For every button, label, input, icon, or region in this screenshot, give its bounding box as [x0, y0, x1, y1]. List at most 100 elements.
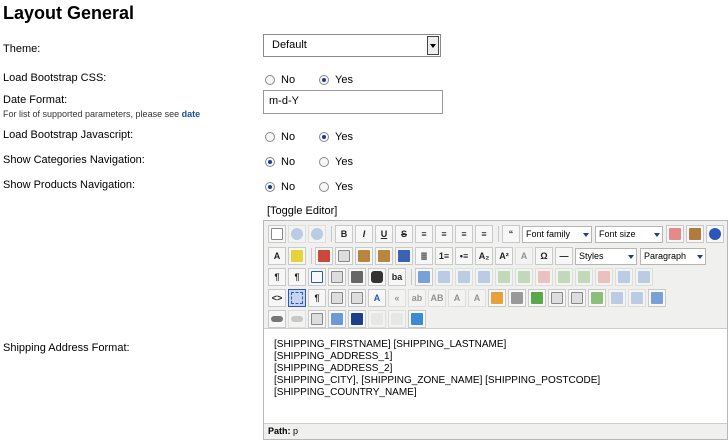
media-icon[interactable] — [348, 289, 366, 307]
template-icon[interactable] — [588, 289, 606, 307]
link-icon[interactable] — [268, 310, 286, 328]
row-before-icon[interactable] — [495, 268, 513, 286]
copy-icon[interactable] — [335, 247, 353, 265]
paste-icon[interactable] — [355, 247, 373, 265]
indent-icon[interactable]: ≣ — [415, 247, 433, 265]
article-icon[interactable] — [388, 310, 406, 328]
style-icon[interactable]: A — [515, 247, 533, 265]
subscript-icon[interactable]: A₂ — [475, 247, 493, 265]
layer-style-icon[interactable] — [648, 289, 666, 307]
font-icon[interactable]: A — [368, 289, 386, 307]
radio-selected-icon[interactable] — [265, 157, 275, 167]
cite-icon[interactable]: « — [388, 289, 406, 307]
replace-icon[interactable]: ba — [388, 268, 406, 286]
row-after-icon[interactable] — [515, 268, 533, 286]
find-icon[interactable] — [368, 268, 386, 286]
module-icon[interactable] — [408, 310, 426, 328]
code-icon[interactable]: <> — [268, 289, 286, 307]
text-color-icon[interactable]: A — [268, 247, 286, 265]
blockquote-icon[interactable]: “ — [502, 225, 520, 243]
delete-row-icon[interactable] — [535, 268, 553, 286]
merge-cells-icon[interactable] — [635, 268, 653, 286]
products-nav-no-radio[interactable]: No — [265, 181, 295, 193]
layer-icon[interactable] — [548, 289, 566, 307]
bold-icon[interactable]: B — [335, 225, 353, 243]
preview-icon[interactable] — [328, 268, 346, 286]
abbr-icon[interactable]: ab — [408, 289, 426, 307]
undo-icon[interactable] — [288, 225, 306, 243]
underline-icon[interactable]: U — [375, 225, 393, 243]
col-before-icon[interactable] — [555, 268, 573, 286]
path-value[interactable]: p — [293, 426, 298, 436]
show-blocks-icon[interactable]: ¶ — [308, 289, 326, 307]
redo-icon[interactable] — [308, 225, 326, 243]
cell-props-icon[interactable] — [475, 268, 493, 286]
radio-icon[interactable] — [319, 157, 329, 167]
italic-icon[interactable]: I — [355, 225, 373, 243]
insert-table-icon[interactable] — [415, 268, 433, 286]
delete-text-icon[interactable]: A — [448, 289, 466, 307]
acronym-icon[interactable]: AB — [428, 289, 446, 307]
cleanup-icon[interactable] — [686, 225, 704, 243]
superscript-icon[interactable]: A² — [495, 247, 513, 265]
unlink-icon[interactable] — [288, 310, 306, 328]
toggle-editor-link[interactable]: [Toggle Editor] — [267, 205, 337, 217]
radio-selected-icon[interactable] — [319, 132, 329, 142]
align-right-icon[interactable]: ≡ — [475, 225, 493, 243]
radio-selected-icon[interactable] — [319, 75, 329, 85]
styles-select[interactable]: Styles — [575, 247, 637, 265]
theme-select[interactable]: Default — [263, 34, 441, 57]
paste-word-icon[interactable] — [395, 247, 413, 265]
align-left-icon[interactable]: ≡ — [455, 225, 473, 243]
highlight-color-icon[interactable] — [288, 247, 306, 265]
bootstrap-css-yes-radio[interactable]: Yes — [319, 74, 353, 86]
fullscreen-icon[interactable] — [308, 268, 326, 286]
font-size-select[interactable]: Font size — [595, 225, 663, 243]
help-icon[interactable] — [706, 225, 724, 243]
radio-icon[interactable] — [319, 182, 329, 192]
rtl-icon[interactable]: ¶ — [288, 268, 306, 286]
insert-image-icon[interactable] — [328, 310, 346, 328]
layer-forward-icon[interactable] — [608, 289, 626, 307]
strikethrough-icon[interactable]: S — [395, 225, 413, 243]
ordered-list-icon[interactable]: 1≡ — [435, 247, 453, 265]
font-family-select[interactable]: Font family — [522, 225, 592, 243]
new-document-icon[interactable] — [268, 225, 286, 243]
cut-icon[interactable] — [315, 247, 333, 265]
special-char-icon[interactable]: Ω — [535, 247, 553, 265]
row-props-icon[interactable] — [455, 268, 473, 286]
anchor-icon[interactable] — [508, 289, 526, 307]
table-props-icon[interactable] — [435, 268, 453, 286]
insert-text-icon[interactable]: A — [468, 289, 486, 307]
radio-icon[interactable] — [265, 75, 275, 85]
unordered-list-icon[interactable]: •≡ — [455, 247, 473, 265]
eraser-icon[interactable] — [666, 225, 684, 243]
readmore-icon[interactable] — [368, 310, 386, 328]
print-icon[interactable] — [348, 268, 366, 286]
layer-back-icon[interactable] — [628, 289, 646, 307]
image-icon[interactable] — [328, 289, 346, 307]
col-after-icon[interactable] — [575, 268, 593, 286]
bootstrap-css-no-radio[interactable]: No — [265, 74, 295, 86]
align-center-icon[interactable]: ≡ — [435, 225, 453, 243]
split-cells-icon[interactable] — [615, 268, 633, 286]
products-nav-yes-radio[interactable]: Yes — [319, 181, 353, 193]
date-format-input[interactable]: m-d-Y — [263, 90, 443, 114]
visual-aid-icon[interactable] — [288, 289, 306, 307]
page-break-icon[interactable] — [348, 310, 366, 328]
layer-abs-icon[interactable] — [568, 289, 586, 307]
paste-text-icon[interactable] — [375, 247, 393, 265]
delete-col-icon[interactable] — [595, 268, 613, 286]
bootstrap-js-yes-radio[interactable]: Yes — [319, 131, 353, 143]
paragraph-select[interactable]: Paragraph — [640, 247, 706, 265]
ltr-icon[interactable]: ¶ — [268, 268, 286, 286]
editor-content[interactable]: [SHIPPING_FIRSTNAME] [SHIPPING_LASTNAME]… — [274, 339, 600, 399]
radio-selected-icon[interactable] — [265, 182, 275, 192]
insert-file-icon[interactable] — [308, 310, 326, 328]
date-help-link[interactable]: date — [182, 109, 201, 119]
horizontal-rule-icon[interactable]: — — [555, 247, 573, 265]
categories-nav-yes-radio[interactable]: Yes — [319, 156, 353, 168]
spellcheck-icon[interactable] — [528, 289, 546, 307]
align-justify-icon[interactable]: ≡ — [415, 225, 433, 243]
attributes-icon[interactable] — [488, 289, 506, 307]
